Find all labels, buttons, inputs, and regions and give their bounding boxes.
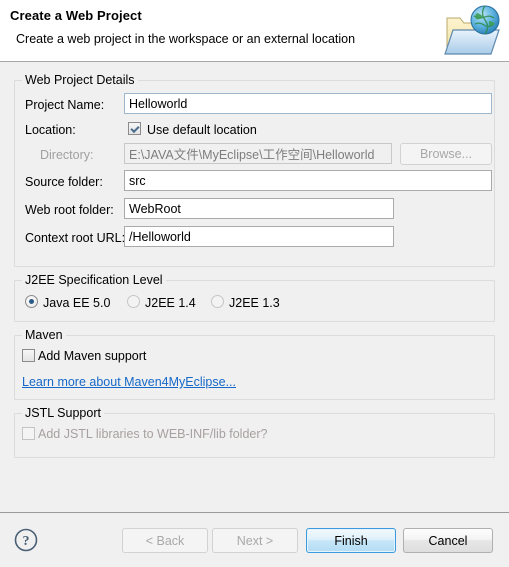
- next-button: Next >: [212, 528, 298, 553]
- web-root-folder-label: Web root folder:: [25, 203, 114, 217]
- group-title-j2ee: J2EE Specification Level: [22, 273, 166, 287]
- web-root-folder-input[interactable]: [124, 198, 394, 219]
- page-subtitle: Create a web project in the workspace or…: [16, 32, 356, 46]
- cancel-button[interactable]: Cancel: [403, 528, 493, 553]
- project-name-input[interactable]: [124, 93, 492, 114]
- svg-text:?: ?: [23, 534, 30, 549]
- source-folder-input[interactable]: [124, 170, 492, 191]
- page-title: Create a Web Project: [10, 8, 142, 23]
- location-label: Location:: [25, 123, 76, 137]
- group-title-jstl: JSTL Support: [22, 406, 104, 420]
- group-title-web-project-details: Web Project Details: [22, 73, 138, 87]
- directory-input: [124, 143, 392, 164]
- radio-j2ee-14[interactable]: [127, 295, 140, 308]
- source-folder-label: Source folder:: [25, 175, 103, 189]
- use-default-location-label[interactable]: Use default location: [147, 123, 257, 137]
- folder-globe-icon: [441, 2, 505, 60]
- add-jstl-libraries-label: Add JSTL libraries to WEB-INF/lib folder…: [38, 427, 268, 441]
- directory-label: Directory:: [40, 148, 94, 162]
- radio-j2ee-13[interactable]: [211, 295, 224, 308]
- context-root-url-input[interactable]: [124, 226, 394, 247]
- group-title-maven: Maven: [22, 328, 66, 342]
- add-maven-support-checkbox[interactable]: [22, 349, 35, 362]
- add-maven-support-label[interactable]: Add Maven support: [38, 349, 146, 363]
- add-jstl-libraries-checkbox: [22, 427, 35, 440]
- project-name-label: Project Name:: [25, 98, 105, 112]
- help-question-icon[interactable]: ?: [14, 528, 38, 552]
- browse-button: Browse...: [400, 143, 492, 165]
- radio-label-j2ee-14[interactable]: J2EE 1.4: [145, 296, 196, 310]
- context-root-url-label: Context root URL:: [25, 231, 126, 245]
- maven4myeclipse-link[interactable]: Learn more about Maven4MyEclipse...: [22, 375, 236, 389]
- dialog-footer: ? < Back Next > Finish Cancel: [0, 512, 509, 567]
- group-maven: Maven: [14, 328, 495, 400]
- radio-label-j2ee-13[interactable]: J2EE 1.3: [229, 296, 280, 310]
- radio-java-ee-50[interactable]: [25, 295, 38, 308]
- radio-label-java-ee-50[interactable]: Java EE 5.0: [43, 296, 110, 310]
- back-button: < Back: [122, 528, 208, 553]
- dialog-body: Web Project Details Project Name: Locati…: [0, 62, 509, 512]
- use-default-location-checkbox[interactable]: [128, 122, 141, 135]
- dialog-header: Create a Web Project Create a web projec…: [0, 0, 509, 62]
- finish-button[interactable]: Finish: [306, 528, 396, 553]
